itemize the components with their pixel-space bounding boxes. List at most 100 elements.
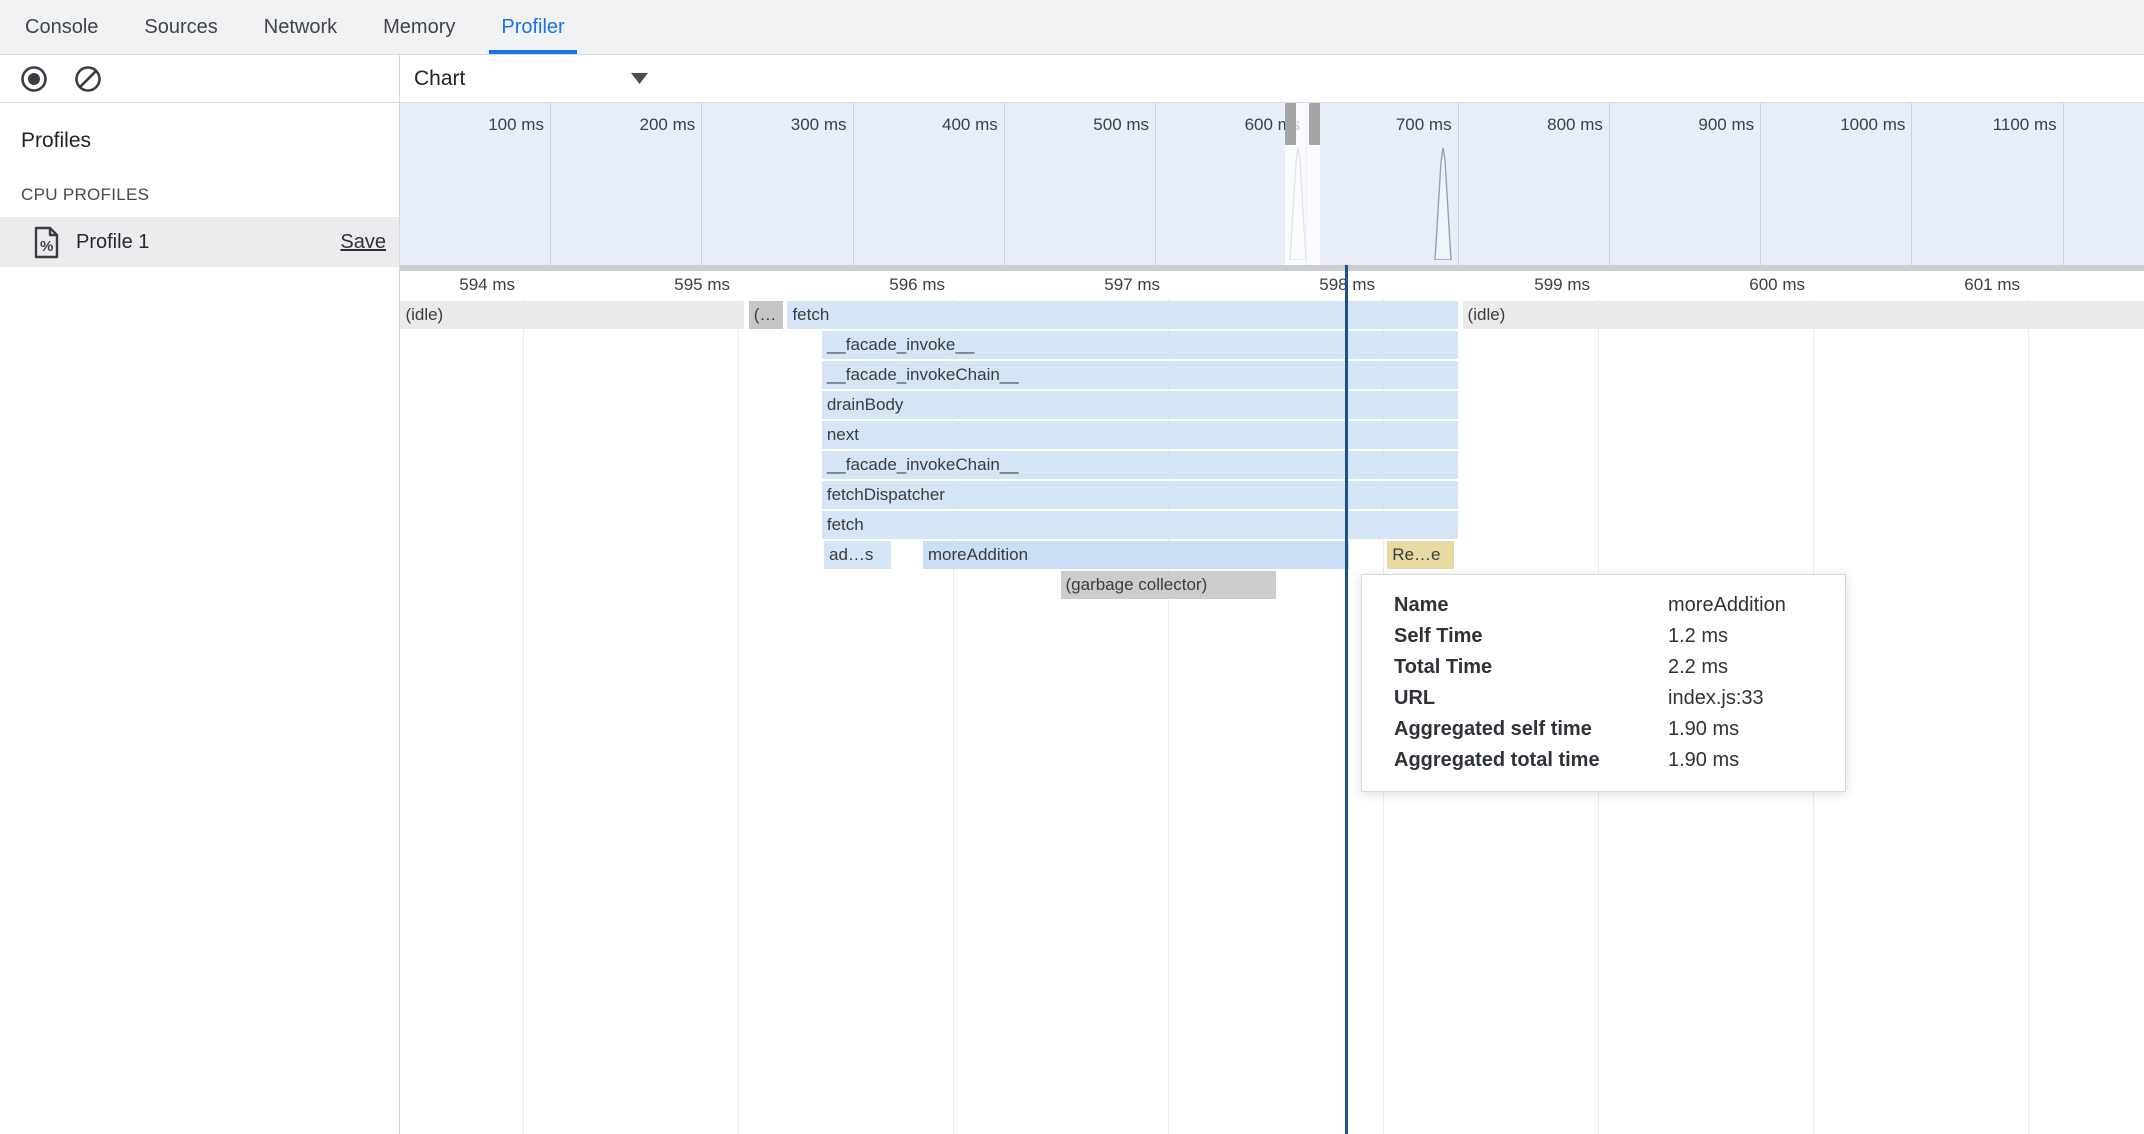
flame-segment[interactable]: next: [822, 421, 1458, 449]
flame-segment[interactable]: fetchDispatcher: [822, 481, 1458, 509]
profiles-title: Profiles: [21, 129, 399, 153]
profile-list-item[interactable]: % Profile 1 Save: [0, 217, 399, 267]
tooltip-row: Aggregated total time1.90 ms: [1394, 745, 1835, 776]
record-icon: [19, 64, 49, 94]
view-mode-select[interactable]: Chart: [414, 67, 648, 91]
record-button[interactable]: [19, 64, 49, 94]
flame-segment[interactable]: __facade_invokeChain__: [822, 451, 1458, 479]
save-link[interactable]: Save: [340, 231, 386, 254]
profiles-sidebar: Profiles CPU PROFILES % Profile 1 Save: [0, 55, 400, 1134]
tooltip-label: Aggregated self time: [1394, 718, 1668, 741]
profiler-main-panel: Chart 100 ms 200 ms 300 ms 400 ms 500 ms 600 …: [400, 55, 2144, 1134]
flame-segment[interactable]: (garbage collector): [1061, 571, 1276, 599]
overview-tick-label: 300 ms: [717, 115, 847, 135]
devtools-window: ConsoleSourcesNetworkMemoryProfiler Pro: [0, 0, 2144, 1134]
cpu-profiles-section-title: CPU PROFILES: [21, 185, 399, 205]
tab-bar: Console Sources Network Memory Profiler: [0, 0, 2144, 55]
flame-row: ad…s moreAddition Re…e: [400, 541, 2144, 569]
overview-grid-line: [853, 103, 854, 265]
flame-segment[interactable]: (idle): [400, 301, 744, 329]
activity-spike: [1433, 144, 1453, 265]
flame-segment[interactable]: ad…s: [824, 541, 891, 569]
profile-document-icon: %: [33, 226, 60, 259]
flame-row: __facade_invoke__: [400, 331, 2144, 359]
flame-row: next: [400, 421, 2144, 449]
overview-tick-label: 700 ms: [1322, 115, 1452, 135]
overview-grid-line: [1458, 103, 1459, 265]
overview-tick-label: 1100 ms: [1927, 115, 2057, 135]
overview-tick-label: 900 ms: [1624, 115, 1754, 135]
flame-segment[interactable]: fetch: [822, 511, 1458, 539]
flame-segment[interactable]: (idle): [1463, 301, 2144, 329]
ruler-tick-label: 597 ms: [1040, 271, 1160, 299]
flame-segment[interactable]: __facade_invokeChain__: [822, 361, 1458, 389]
tooltip-label: Self Time: [1394, 625, 1668, 648]
ruler-tick-label: 601 ms: [1900, 271, 2020, 299]
flame-segment[interactable]: fetch: [787, 301, 1458, 329]
tab-console[interactable]: Console: [13, 0, 110, 54]
flame-segment[interactable]: __facade_invoke__: [822, 331, 1458, 359]
overview-grid-line: [701, 103, 702, 265]
sidebar-toolbar: [0, 55, 399, 103]
overview-grid-line: [1004, 103, 1005, 265]
overview-grid-line: [1760, 103, 1761, 265]
time-ruler: 594 ms 595 ms 596 ms 597 ms 598 ms 599 ms 600 …: [400, 271, 2144, 299]
tab-sources[interactable]: Sources: [132, 0, 229, 54]
overview-tick-label: 400 ms: [868, 115, 998, 135]
tooltip-row: Total Time2.2 ms: [1394, 652, 1835, 683]
overview-grid-line: [1911, 103, 1912, 265]
flame-segment[interactable]: (…: [749, 301, 783, 329]
flame-row: (garbage collector): [400, 571, 2144, 599]
flame-segment[interactable]: moreAddition: [923, 541, 1349, 569]
flame-chart: (idle)(…fetch(idle)__facade_invoke____fa…: [400, 299, 2144, 1134]
tooltip-row: NamemoreAddition: [1394, 590, 1835, 621]
profiler-toolbar: Chart: [400, 55, 2144, 103]
current-time-marker: [1345, 265, 1348, 1134]
flame-row: fetch: [400, 511, 2144, 539]
flame-segment[interactable]: Re…e: [1387, 541, 1454, 569]
overview-grid-line: [1155, 103, 1156, 265]
clear-profiles-button[interactable]: [73, 64, 103, 94]
flame-row: drainBody: [400, 391, 2144, 419]
view-mode-value: Chart: [414, 67, 465, 91]
flame-row: (idle)(…fetch(idle): [400, 301, 2144, 329]
ruler-tick-label: 596 ms: [825, 271, 945, 299]
chevron-down-icon: [631, 73, 648, 84]
flame-segment[interactable]: drainBody: [822, 391, 1458, 419]
overview-tick-label: 500 ms: [1019, 115, 1149, 135]
tooltip-label: URL: [1394, 687, 1668, 710]
tooltip-value: moreAddition: [1668, 594, 1835, 617]
tooltip-value: 1.90 ms: [1668, 718, 1835, 741]
selection-handle-right[interactable]: [1309, 103, 1320, 145]
profile-name: Profile 1: [76, 231, 324, 254]
ruler-tick-label: 599 ms: [1470, 271, 1590, 299]
tab-network[interactable]: Network: [252, 0, 349, 54]
tooltip-value: 1.90 ms: [1668, 749, 1835, 772]
tooltip-row: Aggregated self time1.90 ms: [1394, 714, 1835, 745]
tooltip-row: URLindex.js:33: [1394, 683, 1835, 714]
ruler-tick-label: 595 ms: [610, 271, 730, 299]
summary-tooltip: NamemoreAdditionSelf Time1.2 msTotal Tim…: [1361, 574, 1846, 792]
overview-grid-line: [2063, 103, 2064, 265]
tooltip-value: 1.2 ms: [1668, 625, 1835, 648]
overview-grid-line: [1609, 103, 1610, 265]
overview-tick-label: 200 ms: [565, 115, 695, 135]
tab-memory[interactable]: Memory: [371, 0, 467, 54]
selection-handle-left[interactable]: [1285, 103, 1296, 145]
flame-row: __facade_invokeChain__: [400, 451, 2144, 479]
overview-tick-label: 100 ms: [414, 115, 544, 135]
overview-tick-label: 600 ms: [1170, 115, 1300, 135]
tab-profiler[interactable]: Profiler: [489, 0, 576, 54]
svg-text:%: %: [40, 238, 53, 255]
overview-tick-label: 800 ms: [1473, 115, 1603, 135]
tooltip-value: index.js:33: [1668, 687, 1835, 710]
ruler-tick-label: 594 ms: [400, 271, 515, 299]
overview-tick-label: 1000 ms: [1775, 115, 1905, 135]
tooltip-label: Name: [1394, 594, 1668, 617]
timeline-overview[interactable]: 100 ms 200 ms 300 ms 400 ms 500 ms 600 ms 700 …: [400, 103, 2144, 265]
ruler-tick-label: 598 ms: [1255, 271, 1375, 299]
clear-icon: [73, 64, 103, 94]
ruler-tick-label: 600 ms: [1685, 271, 1805, 299]
tooltip-label: Total Time: [1394, 656, 1668, 679]
overview-grid-line: [550, 103, 551, 265]
